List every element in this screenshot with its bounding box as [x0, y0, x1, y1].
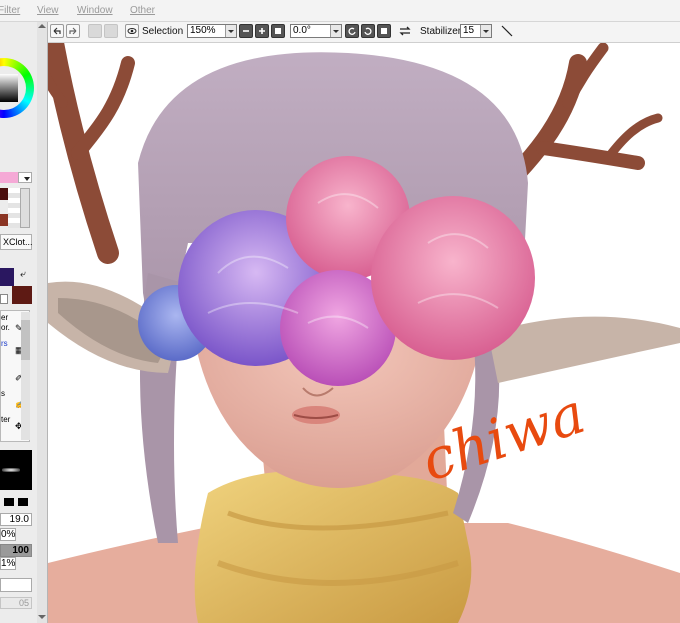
- menu-window[interactable]: Window: [77, 5, 113, 16]
- stabilizer-select[interactable]: 15: [460, 24, 492, 38]
- square-icon: [275, 28, 281, 34]
- brush-shape-square-2[interactable]: [18, 498, 28, 506]
- blend-value: 1%: [1, 558, 16, 569]
- transparent-color-swatch[interactable]: [0, 294, 8, 304]
- chevron-down-icon[interactable]: [24, 177, 30, 181]
- menu-view[interactable]: View: [37, 5, 59, 16]
- layer-button[interactable]: XClot...: [0, 234, 33, 250]
- density-value: 100: [12, 545, 29, 556]
- left-panel: XClot... ⤶ er or. rs ✎ ▦ ✐ s ✍ ter ✥ 19.…: [0, 22, 48, 623]
- zoom-in-button[interactable]: [255, 24, 269, 38]
- rotate-right-button[interactable]: [361, 24, 375, 38]
- chevron-down-icon[interactable]: [38, 615, 46, 619]
- tool-label[interactable]: er: [1, 313, 8, 322]
- deselect-button[interactable]: [88, 24, 102, 38]
- swatch-grid[interactable]: [8, 188, 20, 228]
- redo-button[interactable]: [66, 24, 80, 38]
- tool-label[interactable]: ter: [1, 415, 10, 424]
- chevron-down-icon: [330, 25, 341, 37]
- tool-list-scrollbar[interactable]: [21, 312, 30, 440]
- chevron-down-icon: [480, 25, 491, 37]
- selection-label: Selection: [142, 26, 184, 37]
- minus-icon: [243, 30, 249, 32]
- eye-icon: [127, 28, 137, 34]
- min-size-field[interactable]: 0%: [0, 528, 16, 541]
- rotation-select[interactable]: 0.0°: [290, 24, 342, 38]
- flip-horizontal-button[interactable]: [398, 24, 412, 38]
- swatch-brown[interactable]: [0, 214, 8, 226]
- pen-pressure-button[interactable]: [500, 24, 514, 38]
- bottom-value: 05: [18, 598, 29, 608]
- mouth: [292, 406, 340, 424]
- primary-color-swatch[interactable]: [0, 268, 14, 286]
- redo-icon: [69, 27, 77, 35]
- texture-select[interactable]: [0, 578, 32, 592]
- brush-preview: [0, 450, 32, 490]
- density-field[interactable]: 100: [0, 544, 32, 557]
- bottom-field[interactable]: 05: [0, 597, 32, 609]
- secondary-color-swatch[interactable]: [12, 286, 32, 304]
- drawing-canvas[interactable]: chiwa: [48, 43, 680, 623]
- brush-size-value: 19.0: [9, 514, 29, 525]
- antler-left: [48, 43, 135, 264]
- tool-label[interactable]: rs: [1, 339, 8, 348]
- stabilizer-value: 15: [463, 25, 475, 36]
- rotate-reset-button[interactable]: [377, 24, 391, 38]
- plus-icon: [259, 28, 265, 34]
- swap-colors-icon[interactable]: ⤶: [20, 269, 26, 280]
- blend-field[interactable]: 1%: [0, 557, 16, 570]
- square-icon: [381, 28, 387, 34]
- flower-pink-large: [371, 196, 535, 360]
- menu-bar: Filter View Window Other: [0, 0, 680, 22]
- swatch-pink[interactable]: [0, 172, 18, 183]
- menu-filter[interactable]: Filter: [0, 5, 20, 16]
- min-size-value: 0%: [1, 529, 16, 540]
- rotate-right-icon: [364, 27, 372, 35]
- zoom-select[interactable]: 150%: [187, 24, 237, 38]
- brush-shape-square[interactable]: [4, 498, 14, 506]
- zoom-value: 150%: [190, 25, 216, 36]
- artwork: chiwa: [48, 43, 680, 623]
- scarf: [194, 470, 472, 623]
- brush-size-field[interactable]: 19.0: [0, 513, 32, 526]
- rotation-value: 0.0°: [293, 25, 311, 36]
- color-wheel-square[interactable]: [0, 74, 18, 102]
- left-panel-scrollbar[interactable]: [37, 22, 47, 623]
- chevron-down-icon: [225, 25, 236, 37]
- tool-label[interactable]: or.: [1, 323, 10, 332]
- rotate-left-icon: [348, 27, 356, 35]
- rotate-left-button[interactable]: [345, 24, 359, 38]
- stabilizer-label: Stabilizer: [420, 26, 462, 37]
- chevron-up-icon[interactable]: [38, 24, 46, 28]
- flip-icon: [399, 26, 411, 36]
- show-selection-button[interactable]: [125, 24, 139, 38]
- swatch-scrollbar[interactable]: [20, 188, 30, 228]
- zoom-out-button[interactable]: [239, 24, 253, 38]
- undo-button[interactable]: [50, 24, 64, 38]
- swatch-dark-red[interactable]: [0, 188, 8, 200]
- line-icon: [501, 25, 513, 37]
- tool-label[interactable]: s: [1, 389, 5, 398]
- invert-selection-button[interactable]: [104, 24, 118, 38]
- layer-name: XClot...: [3, 237, 33, 247]
- zoom-reset-button[interactable]: [271, 24, 285, 38]
- undo-icon: [53, 27, 61, 35]
- menu-other[interactable]: Other: [130, 5, 155, 16]
- toolbar: Selection 150% 0.0° Stabilizer 15: [48, 22, 680, 43]
